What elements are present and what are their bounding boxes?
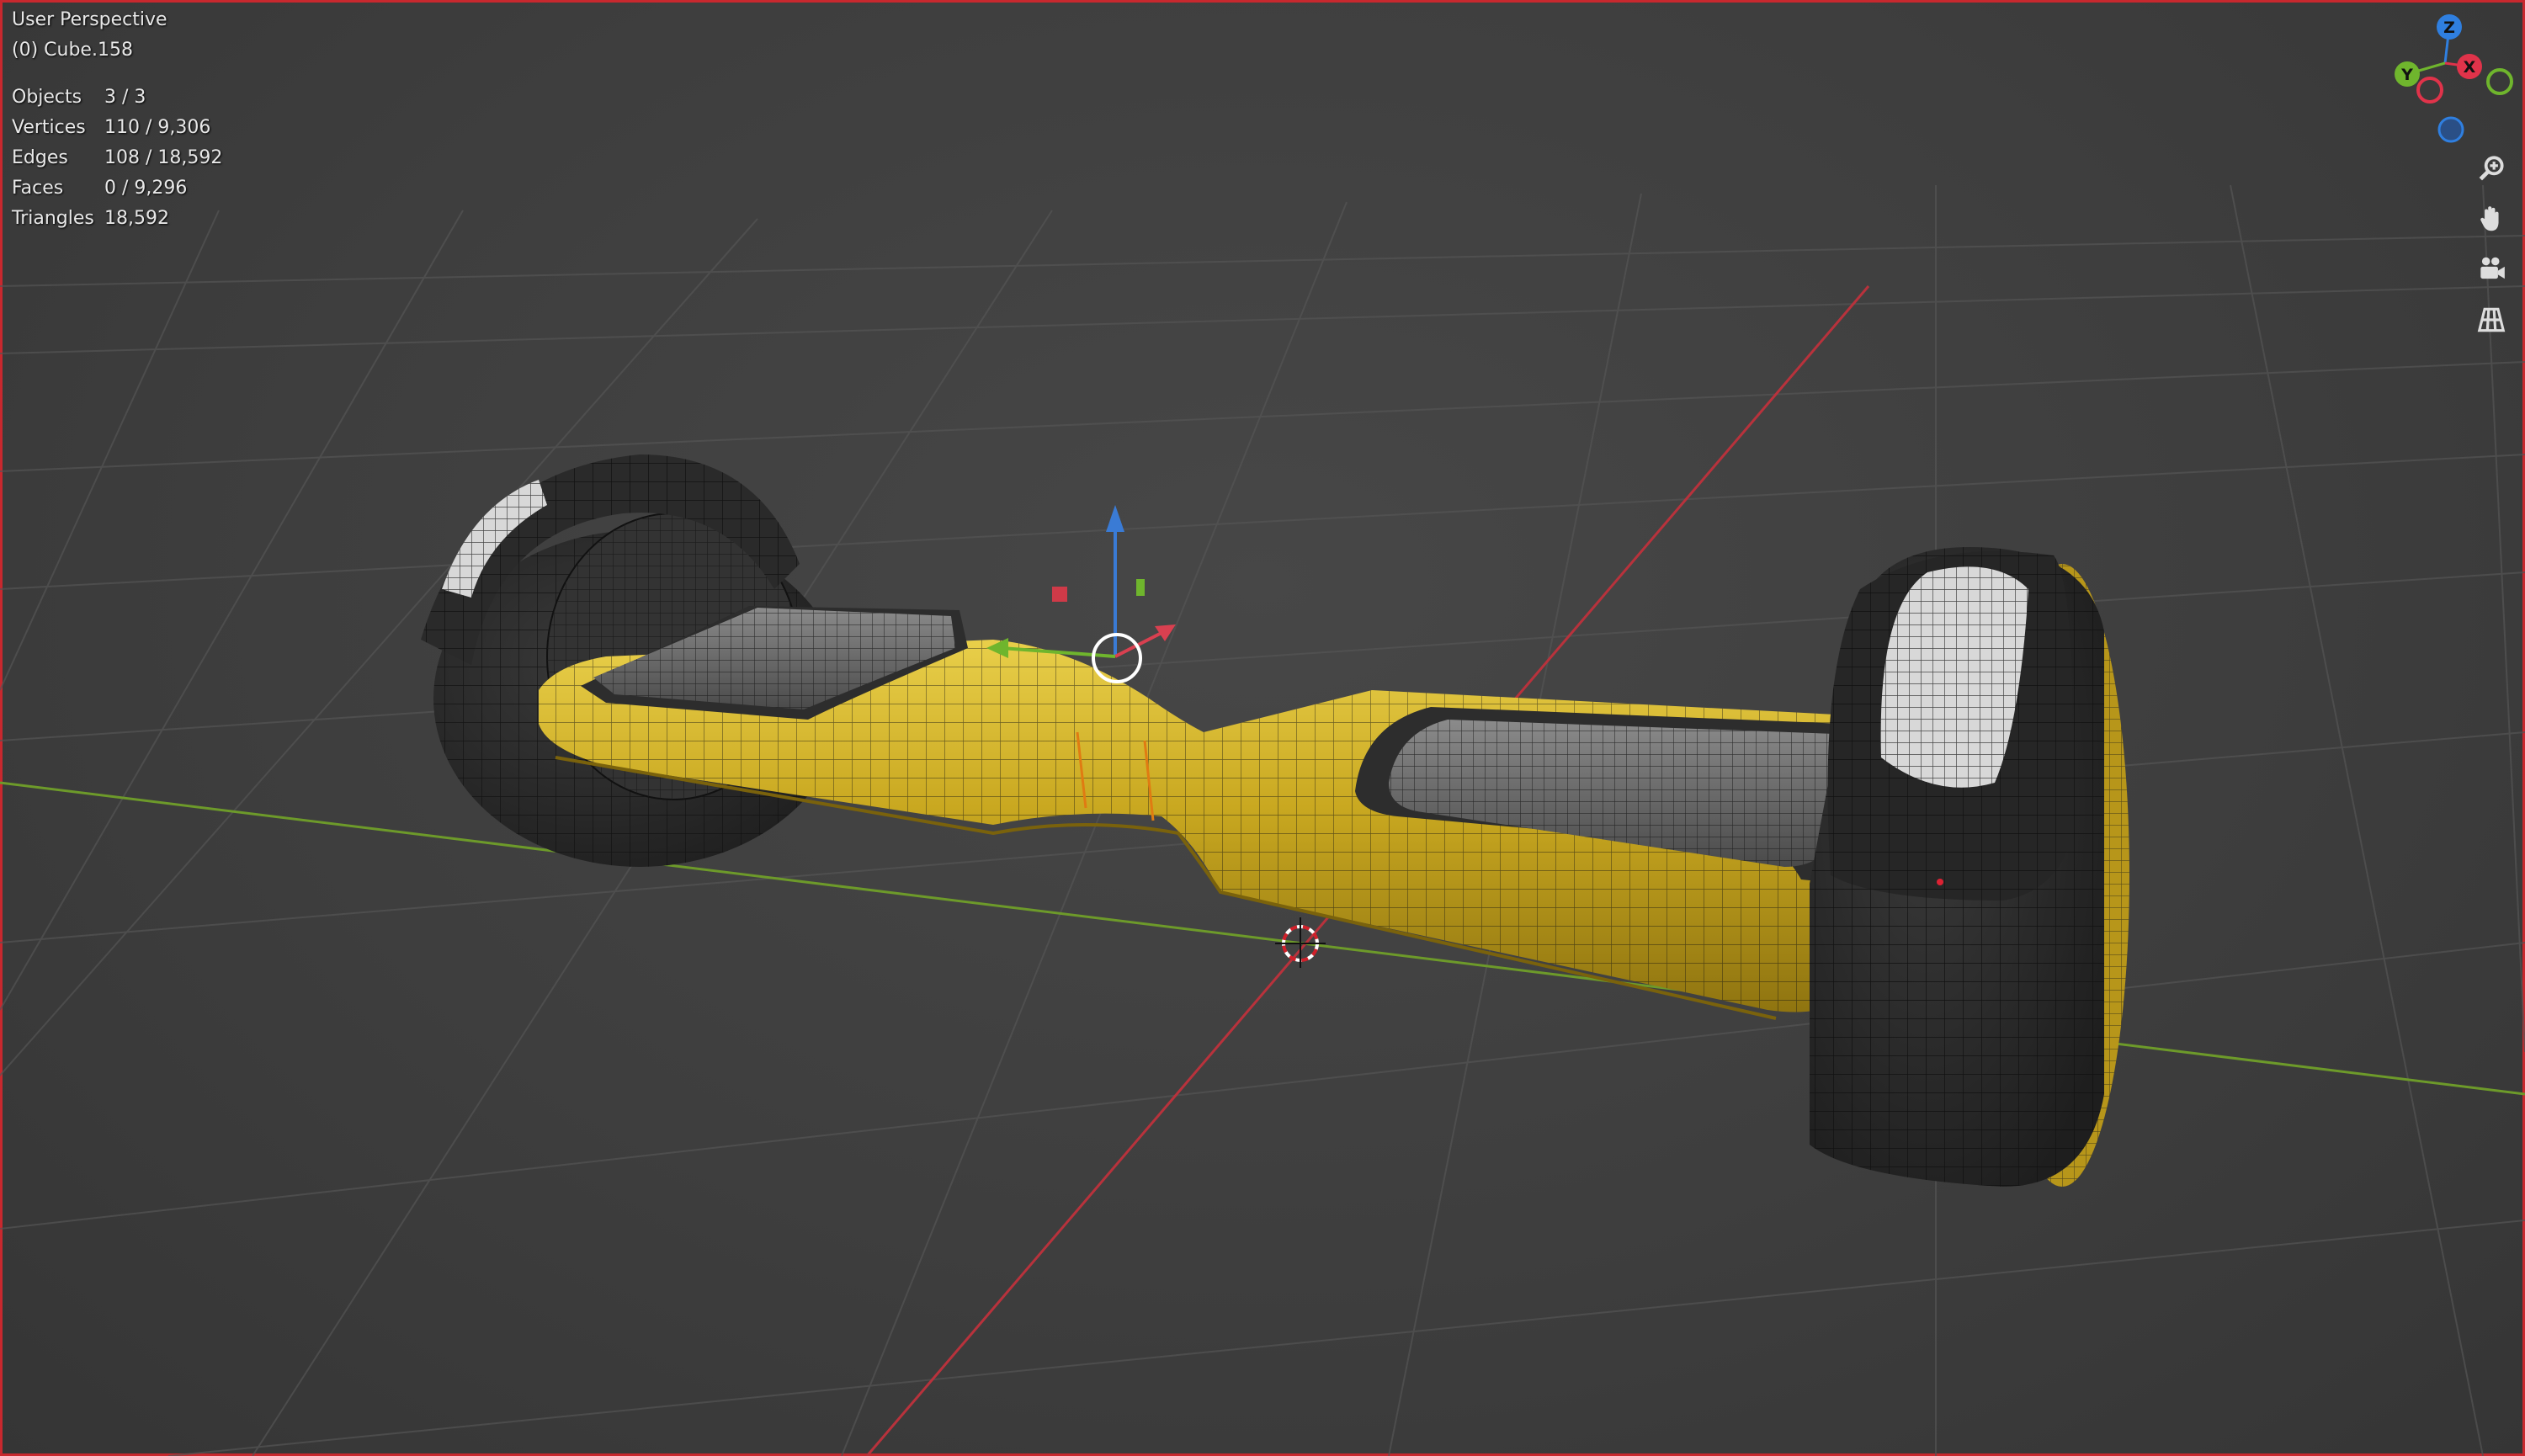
axis-y-handle[interactable]: Y (2395, 61, 2420, 87)
camera-icon (2480, 257, 2505, 279)
stat-label: Edges (12, 147, 68, 168)
pan-button[interactable] (2469, 197, 2513, 241)
axis-neg-z-handle[interactable] (2437, 116, 2464, 143)
stat-value: 110 / 9,306 (104, 117, 211, 138)
stat-row-triangles: Triangles 18,592 (12, 204, 222, 234)
stat-value: 3 / 3 (104, 87, 146, 108)
toggle-perspective-button[interactable] (2469, 298, 2513, 342)
axis-neg-x-handle[interactable] (2416, 77, 2443, 104)
navigation-gizmo[interactable]: Z Y X (2357, 0, 2525, 160)
3d-cursor-icon (1275, 917, 1326, 968)
active-object-name: (0) Cube.158 (12, 40, 133, 61)
svg-text:Y: Y (2400, 66, 2413, 84)
stat-value: 0 / 9,296 (104, 178, 188, 199)
zoom-icon (2479, 156, 2504, 181)
stat-row-objects: Objects 3 / 3 (12, 82, 222, 113)
scene-canvas[interactable] (0, 0, 2525, 1456)
axis-x-handle[interactable]: X (2457, 54, 2482, 79)
statistics-overlay: Objects 3 / 3 Vertices 110 / 9,306 Edges… (12, 82, 222, 234)
stat-row-edges: Edges 108 / 18,592 (12, 143, 222, 173)
axis-neg-y-handle[interactable] (2486, 68, 2513, 95)
camera-view-button[interactable] (2469, 247, 2513, 291)
stat-label: Triangles (12, 208, 94, 229)
stat-label: Objects (12, 87, 82, 108)
stat-row-vertices: Vertices 110 / 9,306 (12, 113, 222, 143)
stat-value: 18,592 (104, 208, 169, 229)
stat-label: Faces (12, 178, 64, 199)
viewport-header-info: User Perspective (0) Cube.158 (12, 5, 167, 66)
zoom-button[interactable] (2469, 146, 2513, 190)
hand-pan-icon (2480, 206, 2499, 231)
stat-value: 108 / 18,592 (104, 147, 223, 168)
svg-text:X: X (2464, 58, 2476, 77)
view-name: User Perspective (12, 9, 167, 30)
axis-z-handle[interactable]: Z (2437, 14, 2462, 40)
stat-row-faces: Faces 0 / 9,296 (12, 173, 222, 204)
3d-viewport[interactable]: User Perspective (0) Cube.158 Objects 3 … (0, 0, 2525, 1456)
stat-label: Vertices (12, 117, 86, 138)
svg-text:Z: Z (2443, 19, 2455, 37)
perspective-grid-icon (2477, 307, 2506, 332)
right-wheel (1810, 547, 2129, 1187)
